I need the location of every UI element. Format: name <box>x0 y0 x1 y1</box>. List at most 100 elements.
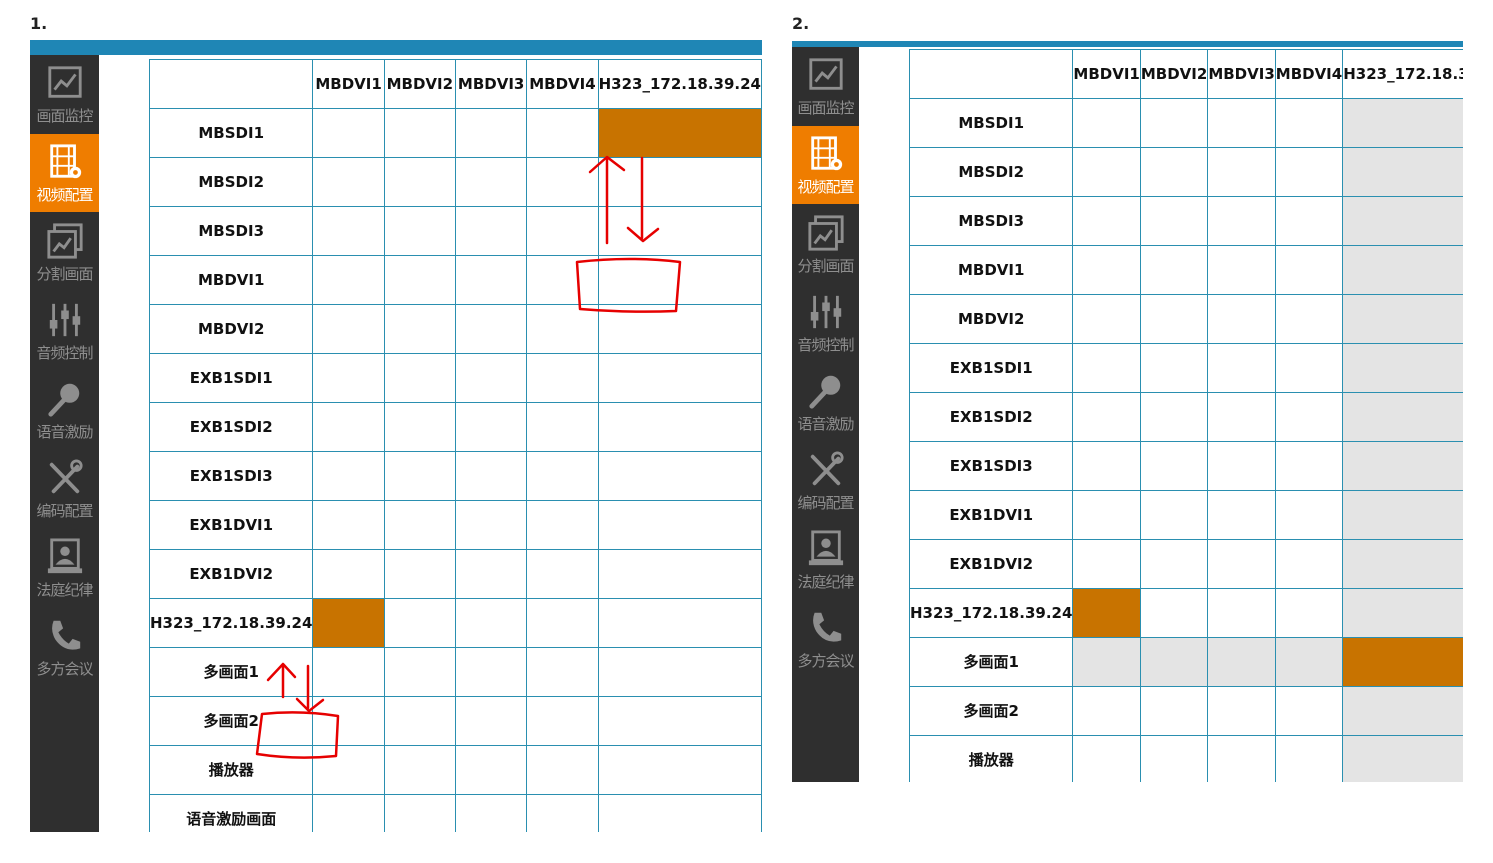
nav-item-4[interactable]: 音频控制 <box>30 292 99 370</box>
routing-cell[interactable] <box>1274 98 1344 148</box>
nav-item-3[interactable]: 分割画面 <box>792 205 859 283</box>
routing-cell[interactable] <box>1139 98 1209 148</box>
nav-item-5[interactable]: 语音激励 <box>30 371 99 449</box>
routing-cell-selected[interactable] <box>1342 637 1463 687</box>
routing-cell[interactable] <box>1207 441 1276 491</box>
routing-cell[interactable] <box>1207 735 1276 782</box>
routing-cell[interactable] <box>454 157 528 207</box>
routing-cell[interactable] <box>383 696 457 746</box>
nav-item-7[interactable]: 法庭纪律 <box>30 529 99 607</box>
routing-cell[interactable] <box>312 451 385 501</box>
routing-cell[interactable] <box>1139 588 1209 638</box>
routing-cell[interactable] <box>454 108 528 158</box>
routing-cell[interactable] <box>312 549 385 599</box>
routing-cell[interactable] <box>526 696 599 746</box>
routing-cell[interactable] <box>312 255 385 305</box>
routing-cell[interactable] <box>1072 343 1141 393</box>
routing-cell[interactable] <box>1274 539 1344 589</box>
routing-cell[interactable] <box>1274 686 1344 736</box>
routing-cell[interactable] <box>1139 686 1209 736</box>
routing-cell[interactable] <box>526 794 599 832</box>
routing-cell[interactable] <box>454 451 528 501</box>
routing-cell[interactable] <box>597 745 762 795</box>
routing-cell[interactable] <box>312 402 385 452</box>
routing-cell[interactable] <box>1274 441 1344 491</box>
routing-cell[interactable] <box>597 500 762 550</box>
routing-cell[interactable] <box>526 108 599 158</box>
routing-cell[interactable] <box>1072 392 1141 442</box>
routing-cell[interactable] <box>312 647 385 697</box>
routing-cell[interactable] <box>1207 539 1276 589</box>
routing-cell[interactable] <box>526 255 599 305</box>
nav-item-3[interactable]: 分割画面 <box>30 213 99 291</box>
routing-cell[interactable] <box>1072 98 1141 148</box>
routing-cell[interactable] <box>1207 490 1276 540</box>
routing-cell[interactable] <box>526 598 599 648</box>
routing-cell[interactable] <box>1207 294 1276 344</box>
nav-item-7[interactable]: 法庭纪律 <box>792 521 859 599</box>
routing-cell[interactable] <box>1072 245 1141 295</box>
routing-cell[interactable] <box>1207 588 1276 638</box>
routing-cell-selected[interactable] <box>597 108 762 158</box>
routing-cell[interactable] <box>454 598 528 648</box>
routing-cell[interactable] <box>597 353 762 403</box>
routing-cell[interactable] <box>1072 441 1141 491</box>
routing-cell[interactable] <box>597 696 762 746</box>
routing-cell[interactable] <box>1139 294 1209 344</box>
routing-cell[interactable] <box>383 549 457 599</box>
routing-cell[interactable] <box>526 157 599 207</box>
routing-cell[interactable] <box>1207 392 1276 442</box>
routing-cell[interactable] <box>526 206 599 256</box>
routing-cell[interactable] <box>597 157 762 207</box>
routing-cell[interactable] <box>454 402 528 452</box>
routing-cell[interactable] <box>454 255 528 305</box>
routing-cell[interactable] <box>312 353 385 403</box>
routing-cell[interactable] <box>312 500 385 550</box>
routing-cell[interactable] <box>383 647 457 697</box>
routing-cell[interactable] <box>1207 245 1276 295</box>
routing-cell[interactable] <box>1207 147 1276 197</box>
nav-item-6[interactable]: 编码配置 <box>792 442 859 520</box>
routing-cell[interactable] <box>454 500 528 550</box>
routing-cell[interactable] <box>597 304 762 354</box>
nav-item-5[interactable]: 语音激励 <box>792 363 859 441</box>
routing-cell[interactable] <box>383 794 457 832</box>
routing-cell[interactable] <box>597 255 762 305</box>
routing-cell[interactable] <box>312 794 385 832</box>
routing-cell[interactable] <box>454 353 528 403</box>
routing-cell[interactable] <box>454 745 528 795</box>
routing-cell[interactable] <box>526 745 599 795</box>
routing-cell[interactable] <box>1207 98 1276 148</box>
routing-cell[interactable] <box>1139 245 1209 295</box>
routing-cell[interactable] <box>1139 490 1209 540</box>
routing-cell[interactable] <box>597 549 762 599</box>
routing-cell[interactable] <box>454 549 528 599</box>
routing-cell[interactable] <box>1072 294 1141 344</box>
routing-cell[interactable] <box>1207 343 1276 393</box>
routing-cell[interactable] <box>383 598 457 648</box>
routing-cell[interactable] <box>312 157 385 207</box>
routing-cell[interactable] <box>1274 196 1344 246</box>
routing-cell[interactable] <box>1274 735 1344 782</box>
routing-cell[interactable] <box>383 745 457 795</box>
routing-cell[interactable] <box>597 402 762 452</box>
nav-item-2[interactable]: 视频配置 <box>30 134 99 212</box>
routing-cell[interactable] <box>526 549 599 599</box>
routing-cell-selected[interactable] <box>1072 588 1141 638</box>
routing-cell[interactable] <box>383 500 457 550</box>
routing-cell[interactable] <box>1072 539 1141 589</box>
routing-cell[interactable] <box>1274 490 1344 540</box>
routing-cell[interactable] <box>597 206 762 256</box>
routing-cell[interactable] <box>1072 147 1141 197</box>
nav-item-1[interactable]: 画面监控 <box>30 55 99 133</box>
routing-cell[interactable] <box>1207 686 1276 736</box>
routing-cell[interactable] <box>597 647 762 697</box>
routing-cell[interactable] <box>312 206 385 256</box>
routing-cell[interactable] <box>454 647 528 697</box>
routing-cell[interactable] <box>526 647 599 697</box>
routing-cell-selected[interactable] <box>312 598 385 648</box>
nav-item-2[interactable]: 视频配置 <box>792 126 859 204</box>
routing-cell[interactable] <box>526 304 599 354</box>
routing-cell[interactable] <box>312 745 385 795</box>
routing-cell[interactable] <box>1072 735 1141 782</box>
